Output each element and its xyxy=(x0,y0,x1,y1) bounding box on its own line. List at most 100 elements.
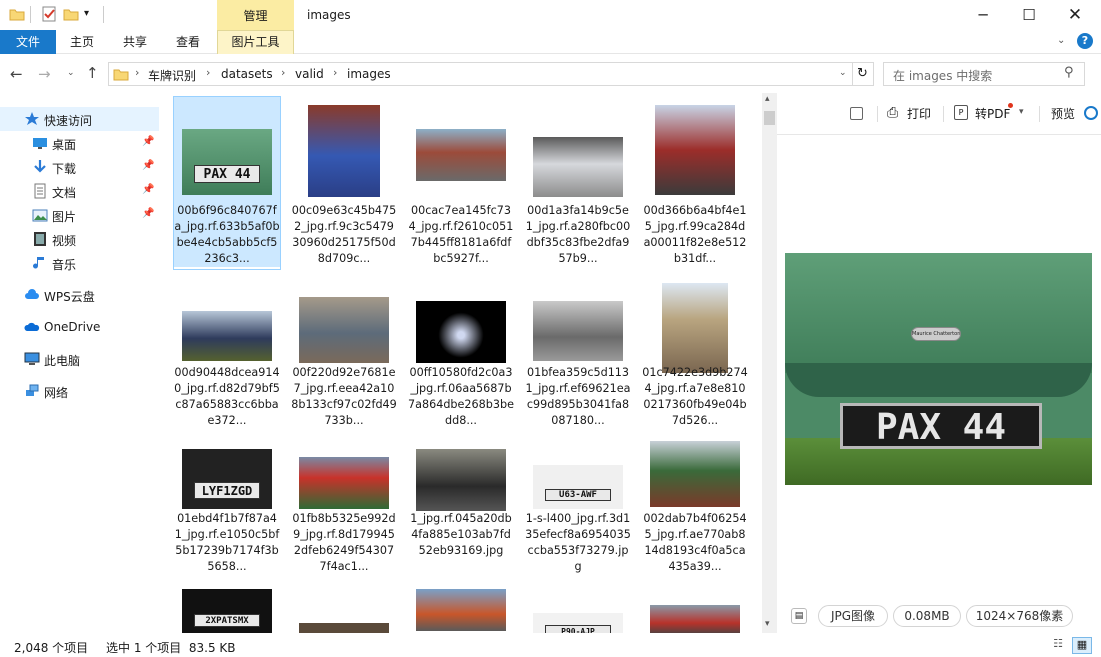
recent-locations-button[interactable]: ⌄ xyxy=(67,68,75,78)
file-name[interactable]: 1-s-l400_jpg.rf.3d135efecf8a6954035ccba5… xyxy=(525,511,631,575)
maximize-button[interactable]: ☐ xyxy=(1006,0,1052,30)
file-tile[interactable]: PAX 44 00b6f96c840767fa_jpg.rf.633b5af0bb… xyxy=(173,96,281,270)
refresh-button[interactable]: ↻ xyxy=(852,62,874,86)
nav-item[interactable]: 快速访问 xyxy=(0,107,159,131)
forward-button[interactable]: → xyxy=(38,65,51,83)
file-tile[interactable]: 01bfea359c5d1131_jpg.rf.ef69621eac99d895… xyxy=(525,281,631,427)
thumbnail[interactable] xyxy=(408,97,514,207)
file-tile[interactable] xyxy=(291,573,397,633)
nav-item[interactable]: 文档 📌 xyxy=(0,179,159,203)
up-button[interactable]: ↑ xyxy=(86,64,99,82)
pdf-dropdown-icon[interactable]: ▾ xyxy=(1019,107,1024,117)
scroll-up-icon[interactable]: ▴ xyxy=(765,94,770,104)
print-icon[interactable]: ⎙ xyxy=(887,105,898,121)
file-name[interactable]: 01fb8b5325e992d9_jpg.rf.8d1799452dfeb624… xyxy=(291,511,397,575)
breadcrumb-separator[interactable]: › xyxy=(206,66,210,79)
new-folder-icon[interactable] xyxy=(63,6,79,22)
file-tile[interactable]: 002dab7b4f062545_jpg.rf.ae770ab814d8193c… xyxy=(642,427,748,573)
file-tile[interactable]: 1_jpg.rf.045a20db4fa885e103ab7fd52eb9316… xyxy=(408,427,514,567)
thumbnail[interactable] xyxy=(291,573,397,633)
minimize-button[interactable]: ─ xyxy=(960,0,1006,30)
details-icon[interactable]: ▤ xyxy=(791,608,807,624)
breadcrumb-item[interactable]: valid xyxy=(295,67,324,81)
thumbnail[interactable]: 2XPATSMX xyxy=(174,573,280,633)
file-name[interactable]: 00c09e63c45b4752_jpg.rf.9c3c547930960d25… xyxy=(291,203,397,267)
nav-item[interactable]: WPS云盘 xyxy=(0,283,159,307)
file-tile[interactable]: 2XPATSMX xyxy=(174,573,280,633)
file-tile[interactable]: P90-AJP xyxy=(525,573,631,633)
pin-icon[interactable]: 📌 xyxy=(142,136,154,147)
thumbnail[interactable]: PAX 44 xyxy=(174,97,280,203)
breadcrumb-item[interactable]: 车牌识别 xyxy=(148,67,196,84)
expand-ribbon-icon[interactable]: ⌄ xyxy=(1057,35,1065,46)
thumbnail[interactable] xyxy=(642,573,748,633)
details-view-icon[interactable]: ☷ xyxy=(1049,637,1067,654)
file-tile[interactable]: 00d90448dcea9140_jpg.rf.d82d79bf5c87a658… xyxy=(174,281,280,427)
breadcrumb-separator[interactable]: › xyxy=(135,66,139,79)
preview-button[interactable]: 预览 xyxy=(1051,105,1075,122)
nav-item[interactable]: 桌面 📌 xyxy=(0,131,159,155)
nav-item[interactable]: OneDrive xyxy=(0,315,159,339)
address-bar[interactable]: › 车牌识别 › datasets › valid › images ⌄ xyxy=(108,62,853,86)
tab-view[interactable]: 查看 xyxy=(166,30,210,54)
close-button[interactable]: ✕ xyxy=(1052,0,1098,30)
properties-icon[interactable] xyxy=(41,6,57,22)
panel-toggle-icon[interactable] xyxy=(850,107,863,120)
file-name[interactable]: 00d366b6a4bf4e15_jpg.rf.99ca284da00011f8… xyxy=(642,203,748,267)
thumbnail[interactable] xyxy=(291,97,397,207)
scrollbar-thumb[interactable] xyxy=(764,111,775,125)
vertical-scrollbar[interactable]: ▴ ▾ xyxy=(762,93,777,633)
search-icon[interactable]: ⚲ xyxy=(1064,65,1074,80)
convert-pdf-button[interactable]: 转PDF xyxy=(975,105,1010,122)
file-name[interactable]: 00f220d92e7681e7_jpg.rf.eea42a108b133cf9… xyxy=(291,365,397,429)
file-tile[interactable]: 01c7422e3d9b2744_jpg.rf.a7e8e8100217360f… xyxy=(642,281,748,427)
breadcrumb-separator[interactable]: › xyxy=(333,66,337,79)
nav-item[interactable]: 音乐 xyxy=(0,251,159,275)
pdf-icon[interactable]: P xyxy=(954,105,968,120)
customize-toolbar-icon[interactable]: ▾ xyxy=(84,8,100,24)
address-dropdown-icon[interactable]: ⌄ xyxy=(839,68,847,78)
file-tile[interactable]: 00d366b6a4bf4e15_jpg.rf.99ca284da00011f8… xyxy=(642,97,748,269)
tab-home[interactable]: 主页 xyxy=(60,30,104,54)
thumbnail[interactable]: P90-AJP xyxy=(525,573,631,633)
file-tile[interactable]: 00c09e63c45b4752_jpg.rf.9c3c547930960d25… xyxy=(291,97,397,269)
file-name[interactable]: 01ebd4f1b7f87a41_jpg.rf.e1050c5bf5b17239… xyxy=(174,511,280,575)
toggle-icon[interactable] xyxy=(1084,106,1098,120)
file-name[interactable]: 00cac7ea145fc734_jpg.rf.f2610c0517b445ff… xyxy=(408,203,514,267)
search-input[interactable]: 在 images 中搜索 ⚲ xyxy=(883,62,1085,86)
nav-item[interactable]: 图片 📌 xyxy=(0,203,159,227)
file-tile[interactable]: U63-AWF 1-s-l400_jpg.rf.3d135efecf8a69540… xyxy=(525,427,631,573)
folder-icon[interactable] xyxy=(9,6,25,22)
tab-file[interactable]: 文件 xyxy=(0,30,56,54)
file-name[interactable]: 01c7422e3d9b2744_jpg.rf.a7e8e8100217360f… xyxy=(642,365,748,429)
nav-item[interactable]: 视频 xyxy=(0,227,159,251)
file-tile[interactable]: 00cac7ea145fc734_jpg.rf.f2610c0517b445ff… xyxy=(408,97,514,269)
file-name[interactable]: 1_jpg.rf.045a20db4fa885e103ab7fd52eb9316… xyxy=(408,511,514,559)
breadcrumb-separator[interactable]: › xyxy=(281,66,285,79)
pin-icon[interactable]: 📌 xyxy=(142,160,154,171)
print-button[interactable]: 打印 xyxy=(907,105,931,122)
nav-item[interactable]: 下载 📌 xyxy=(0,155,159,179)
scroll-down-icon[interactable]: ▾ xyxy=(765,619,770,629)
pin-icon[interactable]: 📌 xyxy=(142,184,154,195)
file-tile[interactable]: 00ff10580fd2c0a3_jpg.rf.06aa5687b7a864db… xyxy=(408,281,514,427)
breadcrumb-item[interactable]: datasets xyxy=(221,67,273,81)
large-icons-view-icon[interactable]: ▦ xyxy=(1072,637,1092,654)
thumbnail[interactable] xyxy=(642,97,748,207)
file-tile[interactable] xyxy=(408,573,514,633)
pin-icon[interactable]: 📌 xyxy=(142,208,154,219)
file-name[interactable]: 00b6f96c840767fa_jpg.rf.633b5af0bbe4e4cb… xyxy=(174,203,280,267)
thumbnail[interactable] xyxy=(408,573,514,633)
back-button[interactable]: ← xyxy=(10,65,23,83)
file-tile[interactable]: 00d1a3fa14b9c5e1_jpg.rf.a280fbc00dbf35c8… xyxy=(525,97,631,269)
tab-picture-tools[interactable]: 图片工具 xyxy=(217,30,294,54)
thumbnail[interactable] xyxy=(525,97,631,207)
nav-item[interactable]: 此电脑 xyxy=(0,347,159,371)
file-name[interactable]: 00d90448dcea9140_jpg.rf.d82d79bf5c87a658… xyxy=(174,365,280,429)
nav-item[interactable]: 网络 xyxy=(0,379,159,403)
file-name[interactable]: 002dab7b4f062545_jpg.rf.ae770ab814d8193c… xyxy=(642,511,748,575)
file-name[interactable]: 00ff10580fd2c0a3_jpg.rf.06aa5687b7a864db… xyxy=(408,365,514,429)
help-icon[interactable]: ? xyxy=(1077,33,1093,49)
tab-share[interactable]: 共享 xyxy=(113,30,157,54)
breadcrumb-item[interactable]: images xyxy=(347,67,391,81)
